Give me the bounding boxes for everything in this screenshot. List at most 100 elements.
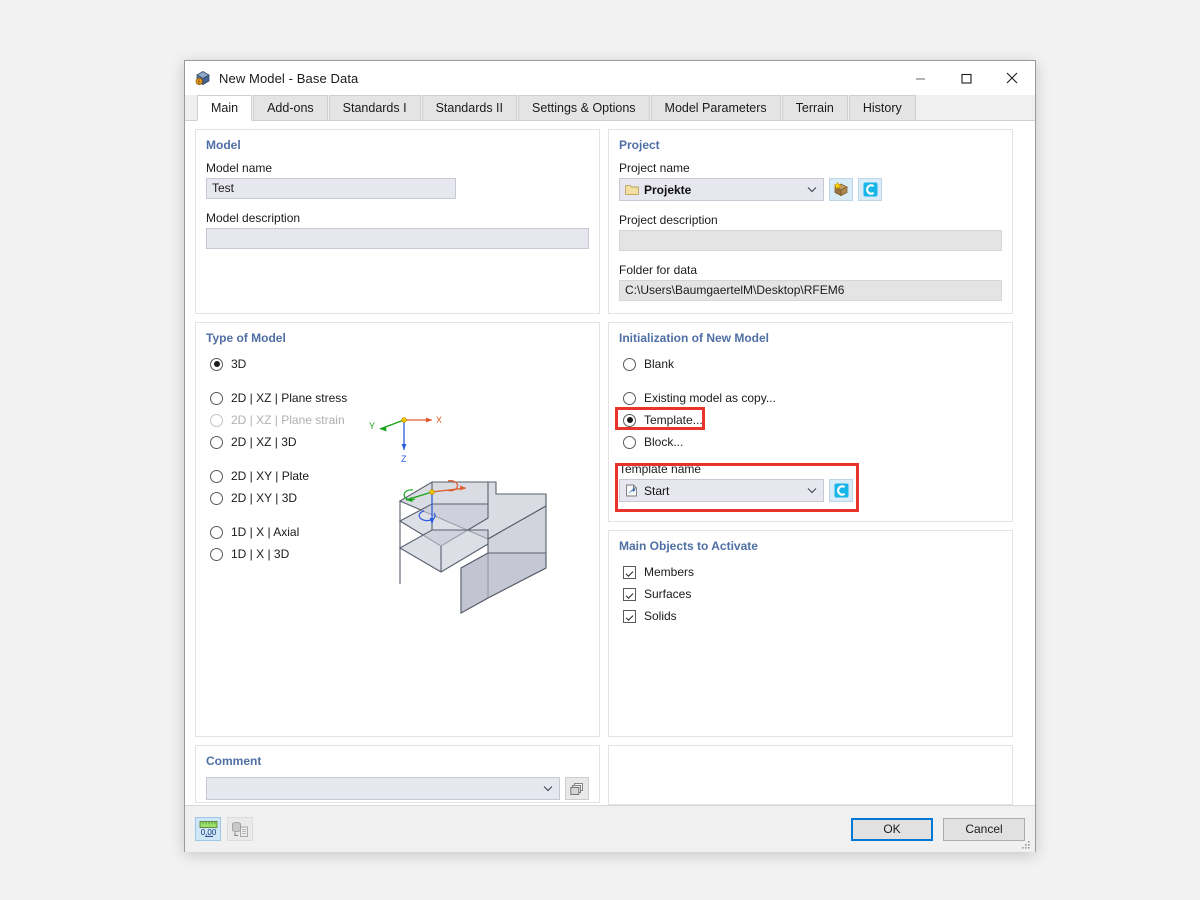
folder-icon [625, 184, 639, 196]
type-of-model-panel: Type of Model 3D 2D | XZ | Plane stress [195, 322, 600, 737]
checkbox-label: Solids [644, 609, 677, 623]
ok-button[interactable]: OK [851, 817, 933, 841]
dialog-action-buttons: OK Cancel [851, 817, 1025, 841]
close-button[interactable] [989, 61, 1035, 95]
chevron-down-icon[interactable] [539, 785, 557, 792]
radio-init-block[interactable]: Block... [623, 432, 1002, 452]
dialog-footer: 0,00 OK Cancel [185, 805, 1035, 852]
right-column: Project Project name Projekte Project de… [608, 129, 1013, 805]
tab-standards-ii[interactable]: Standards II [421, 95, 517, 120]
tab-history[interactable]: History [848, 95, 916, 120]
radio-label: Template... [644, 413, 703, 427]
comment-panel-title: Comment [206, 754, 262, 768]
right-filler-panel [608, 745, 1013, 805]
radio-init-template[interactable]: Template... [623, 410, 1002, 430]
comment-input[interactable] [206, 777, 560, 800]
radio-label: 3D [231, 357, 247, 371]
new-model-base-data-dialog: 6 New Model - Base Data Main Add-ons Sta… [184, 60, 1036, 852]
model-description-label: Model description [206, 211, 301, 225]
radio-indicator [210, 547, 223, 561]
radio-label: 1D | X | 3D [231, 547, 290, 561]
radio-init-existing-model-as-copy[interactable]: Existing model as copy... [623, 388, 1002, 408]
svg-text:6: 6 [198, 79, 201, 85]
radio-label: 1D | X | Axial [231, 525, 300, 539]
radio-indicator [210, 525, 223, 539]
radio-label: Block... [644, 435, 684, 449]
tab-main[interactable]: Main [197, 95, 253, 121]
radio-indicator [623, 435, 636, 449]
cyan-c-icon[interactable] [829, 479, 853, 502]
cyan-c-icon[interactable] [858, 178, 882, 201]
tab-model-parameters[interactable]: Model Parameters [650, 95, 781, 120]
cancel-button[interactable]: Cancel [943, 817, 1025, 841]
radio-label: Existing model as copy... [644, 391, 776, 405]
minimize-button[interactable] [897, 61, 943, 95]
project-description-label: Project description [619, 213, 718, 227]
checkbox-surfaces[interactable]: Surfaces [623, 584, 1002, 604]
radio-label: Blank [644, 357, 675, 371]
radio-indicator [210, 357, 223, 371]
radio-indicator [210, 435, 223, 449]
checkbox-label: Surfaces [644, 587, 692, 601]
maximize-button[interactable] [943, 61, 989, 95]
radio-indicator [210, 491, 223, 505]
radio-type-2d-xz-plane-stress[interactable]: 2D | XZ | Plane stress [210, 388, 589, 408]
checkbox-solids[interactable]: Solids [623, 606, 1002, 626]
comment-library-icon[interactable] [565, 777, 589, 800]
svg-text:Y: Y [369, 421, 375, 431]
project-name-combo[interactable]: Projekte [619, 178, 824, 201]
new-project-icon[interactable] [829, 178, 853, 201]
radio-indicator [623, 391, 636, 405]
resize-grip[interactable] [1021, 839, 1031, 849]
project-panel-title: Project [619, 138, 660, 152]
project-name-label: Project name [619, 161, 690, 175]
template-document-icon [625, 484, 639, 497]
comment-panel: Comment [195, 745, 600, 803]
radio-indicator [210, 391, 223, 405]
tab-strip: Main Add-ons Standards I Standards II Se… [185, 95, 1035, 121]
import-from-database-icon[interactable] [227, 817, 253, 841]
type-of-model-title: Type of Model [206, 331, 286, 345]
template-name-value: Start [644, 483, 670, 498]
window-controls [897, 61, 1035, 95]
radio-label: 2D | XZ | Plane strain [231, 413, 345, 427]
folder-for-data-label: Folder for data [619, 263, 698, 277]
tab-settings-and-options[interactable]: Settings & Options [518, 95, 650, 120]
main-objects-panel: Main Objects to Activate Members Surface… [608, 530, 1013, 737]
radio-type-3d[interactable]: 3D [210, 354, 589, 374]
model-panel-title: Model [206, 138, 241, 152]
radio-indicator [623, 413, 636, 427]
radio-indicator [210, 413, 223, 427]
radio-indicator [210, 469, 223, 483]
model-name-input[interactable]: Test [206, 178, 456, 199]
desktop-background: 6 New Model - Base Data Main Add-ons Sta… [0, 0, 1200, 900]
radio-indicator [623, 357, 636, 371]
svg-text:X: X [436, 415, 442, 425]
initialization-panel-title: Initialization of New Model [619, 331, 769, 345]
chevron-down-icon[interactable] [803, 186, 821, 193]
template-name-combo[interactable]: Start [619, 479, 824, 502]
svg-text:0,00: 0,00 [200, 828, 216, 837]
model-description-input[interactable] [206, 228, 589, 249]
checkbox-indicator [623, 587, 636, 601]
tab-add-ons[interactable]: Add-ons [253, 95, 328, 120]
template-name-label: Template name [619, 462, 702, 476]
project-name-value: Projekte [644, 182, 692, 197]
checkbox-members[interactable]: Members [623, 562, 1002, 582]
checkbox-indicator [623, 609, 636, 623]
chevron-down-icon[interactable] [803, 487, 821, 494]
checkbox-label: Members [644, 565, 695, 579]
radio-init-blank[interactable]: Blank [623, 354, 1002, 374]
radio-label: 2D | XY | Plate [231, 469, 310, 483]
tab-terrain[interactable]: Terrain [781, 95, 848, 120]
model-preview-graphic: X Y Z [366, 408, 591, 623]
radio-label: 2D | XY | 3D [231, 491, 298, 505]
main-objects-panel-title: Main Objects to Activate [619, 539, 758, 553]
svg-text:Z: Z [401, 454, 407, 464]
units-and-decimal-places-icon[interactable]: 0,00 [195, 817, 221, 841]
project-description-input[interactable] [619, 230, 1002, 251]
tab-standards-i[interactable]: Standards I [328, 95, 421, 120]
radio-label: 2D | XZ | Plane stress [231, 391, 348, 405]
project-panel: Project Project name Projekte Project de… [608, 129, 1013, 314]
radio-label: 2D | XZ | 3D [231, 435, 297, 449]
